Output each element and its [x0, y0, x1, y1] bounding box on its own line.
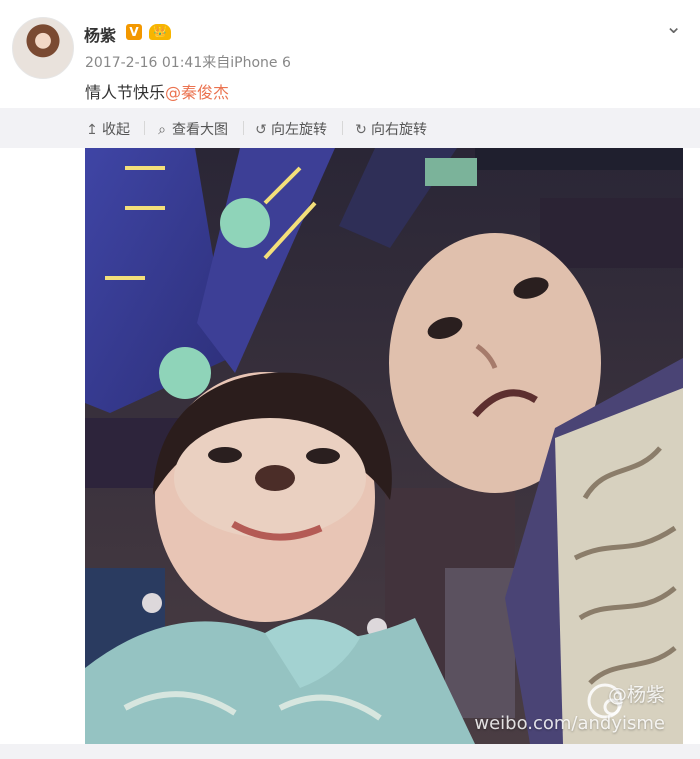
bottom-padding — [0, 744, 700, 759]
post-header: 杨紫 V 👑 ⌄ 2017-2-16 01:41来自iPhone 6 情人节快乐… — [0, 0, 700, 108]
watermark-url: weibo.com/andyisme — [474, 713, 665, 734]
member-badge: 👑 — [149, 24, 171, 40]
rotate-left-button[interactable]: ↺ 向左旋转 — [254, 119, 327, 139]
search-icon: ⌕ — [158, 122, 166, 138]
photo-illustration — [85, 148, 683, 744]
mention-link[interactable]: @秦俊杰 — [165, 83, 229, 102]
watermark-handle: @杨紫 — [607, 684, 665, 706]
collapse-label: 收起 — [102, 122, 130, 138]
collapse-button[interactable]: ↥ 收起 — [85, 119, 130, 139]
rotate-right-button[interactable]: ↻ 向右旋转 — [354, 119, 427, 139]
post-image[interactable]: @杨紫 weibo.com/andyisme — [85, 148, 683, 744]
toolbar-divider — [144, 121, 145, 135]
rotate-right-icon: ↻ — [355, 122, 367, 138]
rotate-left-label: 向左旋转 — [271, 122, 327, 138]
author-name[interactable]: 杨紫 — [84, 22, 116, 46]
toolbar-divider — [342, 121, 343, 135]
toolbar-divider — [243, 121, 244, 135]
rotate-left-icon: ↺ — [255, 122, 267, 138]
collapse-icon: ↥ — [86, 122, 98, 138]
avatar[interactable] — [12, 17, 74, 79]
image-toolbar: ↥ 收起 ⌕ 查看大图 ↺ 向左旋转 ↻ 向右旋转 — [0, 108, 700, 148]
post-text-content: 情人节快乐 — [85, 83, 166, 102]
rotate-right-label: 向右旋转 — [371, 122, 427, 138]
post-text: 情人节快乐@秦俊杰 — [85, 79, 229, 103]
chevron-down-icon[interactable]: ⌄ — [665, 14, 682, 38]
view-large-label: 查看大图 — [172, 122, 228, 138]
verified-badge: V — [126, 24, 142, 40]
view-large-button[interactable]: ⌕ 查看大图 — [155, 119, 228, 139]
post-meta: 2017-2-16 01:41来自iPhone 6 — [85, 55, 291, 71]
